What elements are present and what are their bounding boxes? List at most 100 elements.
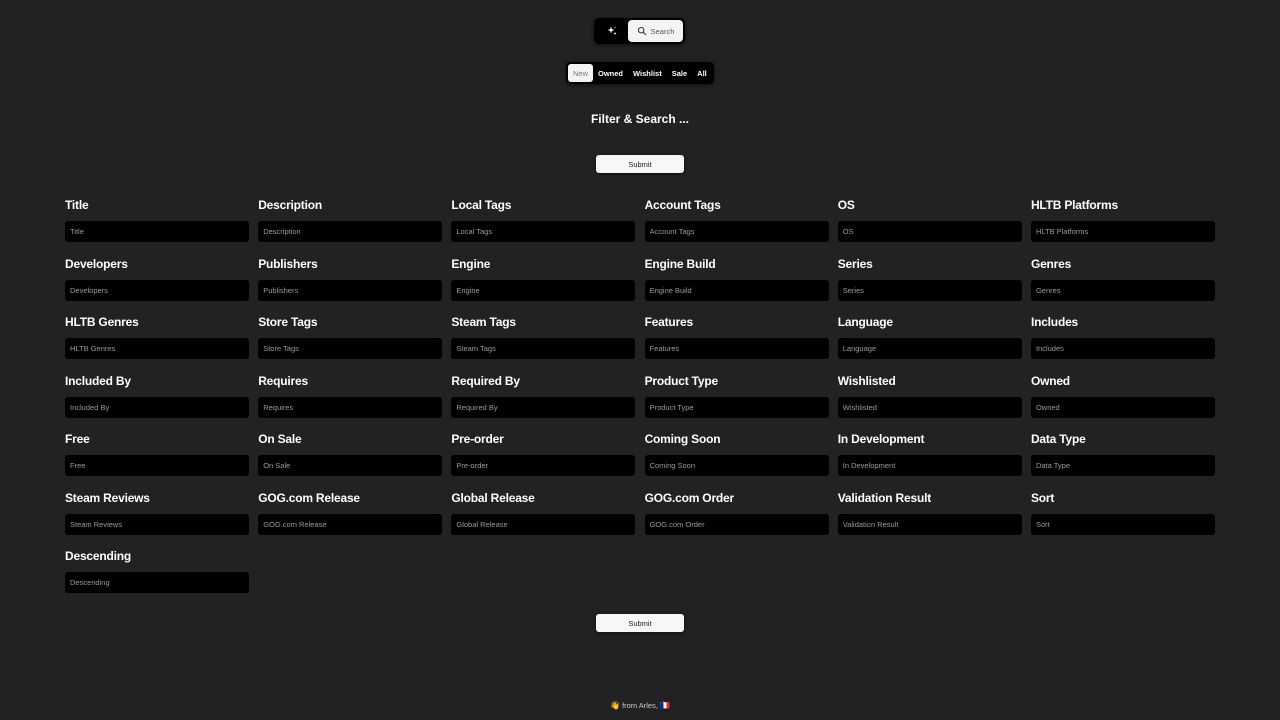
developers-input[interactable] bbox=[65, 279, 249, 301]
field-label: Engine bbox=[451, 256, 491, 271]
field-label: Steam Reviews bbox=[65, 490, 150, 505]
owned-input[interactable] bbox=[1030, 396, 1215, 418]
sparkle-icon bbox=[607, 26, 617, 35]
field-included-by: Included By bbox=[65, 374, 249, 433]
field-gog-com-release: GOG.com Release bbox=[258, 490, 443, 550]
field-label: GOG.com Release bbox=[258, 490, 360, 505]
field-label: Features bbox=[644, 315, 694, 329]
wave-icon: 👋 bbox=[610, 701, 620, 710]
field-sort: Sort bbox=[1030, 491, 1215, 550]
filter-tabs: New Owned Wishlist Sale All bbox=[566, 62, 714, 84]
genres-input[interactable] bbox=[1030, 279, 1215, 301]
global-release-input[interactable] bbox=[451, 513, 636, 535]
field-label: On Sale bbox=[258, 432, 302, 446]
field-label: HLTB Platforms bbox=[1030, 198, 1118, 212]
engine-input[interactable] bbox=[451, 279, 636, 301]
tab-owned[interactable]: Owned bbox=[593, 64, 628, 82]
field-on-sale: On Sale bbox=[258, 432, 443, 491]
tab-sale[interactable]: Sale bbox=[667, 64, 692, 82]
field-label: OS bbox=[837, 198, 855, 212]
search-button[interactable]: Search bbox=[628, 20, 683, 42]
sort-input[interactable] bbox=[1030, 513, 1215, 535]
title-input[interactable] bbox=[65, 221, 249, 242]
field-descending: Descending bbox=[65, 549, 249, 608]
field-owned: Owned bbox=[1030, 374, 1215, 433]
field-label: Data Type bbox=[1030, 432, 1086, 446]
data-type-input[interactable] bbox=[1030, 455, 1215, 476]
includes-input[interactable] bbox=[1030, 338, 1215, 359]
flag-icon: 🇫🇷 bbox=[660, 701, 670, 710]
field-label: Validation Result bbox=[837, 490, 932, 505]
required-by-input[interactable] bbox=[451, 396, 636, 418]
engine-build-input[interactable] bbox=[644, 279, 829, 301]
free-input[interactable] bbox=[65, 455, 249, 476]
field-label: Includes bbox=[1030, 315, 1079, 329]
steam-reviews-input[interactable] bbox=[65, 513, 249, 535]
field-hltb-genres: HLTB Genres bbox=[65, 315, 249, 374]
field-label: Description bbox=[258, 198, 322, 212]
mode-switch: Search bbox=[594, 18, 685, 44]
account-tags-input[interactable] bbox=[644, 221, 829, 242]
field-language: Language bbox=[837, 315, 1022, 374]
submit-button-top[interactable]: Submit bbox=[596, 155, 684, 173]
gog-com-order-input[interactable] bbox=[644, 513, 829, 535]
field-requires: Requires bbox=[258, 374, 443, 433]
product-type-input[interactable] bbox=[644, 396, 829, 418]
field-series: Series bbox=[837, 256, 1022, 316]
tab-new[interactable]: New bbox=[568, 64, 594, 82]
field-label: Wishlisted bbox=[837, 373, 896, 388]
field-label: Series bbox=[837, 256, 873, 271]
field-account-tags: Account Tags bbox=[644, 198, 829, 257]
hltb-genres-input[interactable] bbox=[65, 338, 249, 359]
field-label: Engine Build bbox=[644, 256, 716, 271]
ai-search-button[interactable] bbox=[596, 20, 628, 42]
field-description: Description bbox=[258, 198, 443, 257]
language-input[interactable] bbox=[837, 338, 1022, 359]
local-tags-input[interactable] bbox=[451, 221, 636, 242]
steam-tags-input[interactable] bbox=[451, 338, 636, 359]
tab-wishlist[interactable]: Wishlist bbox=[628, 64, 667, 82]
submit-button-bottom[interactable]: Submit bbox=[596, 614, 684, 632]
field-label: Included By bbox=[65, 373, 131, 388]
field-product-type: Product Type bbox=[644, 374, 829, 433]
field-label: HLTB Genres bbox=[65, 315, 139, 329]
field-label: Required By bbox=[451, 373, 520, 388]
pre-order-input[interactable] bbox=[451, 455, 636, 476]
included-by-input[interactable] bbox=[65, 396, 249, 418]
field-label: Descending bbox=[65, 549, 132, 563]
validation-result-input[interactable] bbox=[837, 513, 1022, 535]
hltb-platforms-input[interactable] bbox=[1030, 221, 1215, 242]
gog-com-release-input[interactable] bbox=[258, 513, 443, 535]
field-engine-build: Engine Build bbox=[644, 256, 829, 316]
description-input[interactable] bbox=[258, 221, 443, 242]
publishers-input[interactable] bbox=[258, 279, 443, 301]
field-label: Title bbox=[65, 198, 89, 212]
coming-soon-input[interactable] bbox=[644, 455, 829, 476]
wishlisted-input[interactable] bbox=[837, 396, 1022, 418]
requires-input[interactable] bbox=[258, 396, 443, 418]
field-steam-tags: Steam Tags bbox=[451, 315, 636, 374]
tab-all[interactable]: All bbox=[692, 64, 712, 82]
footer: 👋 from Arles, 🇫🇷 bbox=[0, 701, 1280, 710]
os-input[interactable] bbox=[837, 221, 1022, 242]
footer-text: from Arles, bbox=[622, 701, 658, 710]
in-development-input[interactable] bbox=[837, 455, 1022, 476]
field-label: Steam Tags bbox=[451, 315, 516, 329]
field-developers: Developers bbox=[65, 257, 249, 316]
field-label: GOG.com Order bbox=[644, 490, 735, 505]
field-label: Free bbox=[65, 432, 90, 446]
field-coming-soon: Coming Soon bbox=[644, 432, 829, 491]
field-label: Language bbox=[837, 315, 893, 329]
descending-input[interactable] bbox=[65, 572, 249, 593]
field-genres: Genres bbox=[1030, 256, 1215, 316]
series-input[interactable] bbox=[837, 279, 1022, 301]
field-required-by: Required By bbox=[451, 373, 636, 433]
store-tags-input[interactable] bbox=[258, 338, 443, 359]
field-features: Features bbox=[644, 315, 829, 374]
field-label: Pre-order bbox=[451, 432, 504, 446]
field-label: Genres bbox=[1030, 256, 1072, 271]
field-label: Account Tags bbox=[644, 198, 721, 212]
features-input[interactable] bbox=[644, 338, 829, 359]
on-sale-input[interactable] bbox=[258, 455, 443, 476]
field-label: Developers bbox=[65, 256, 128, 271]
